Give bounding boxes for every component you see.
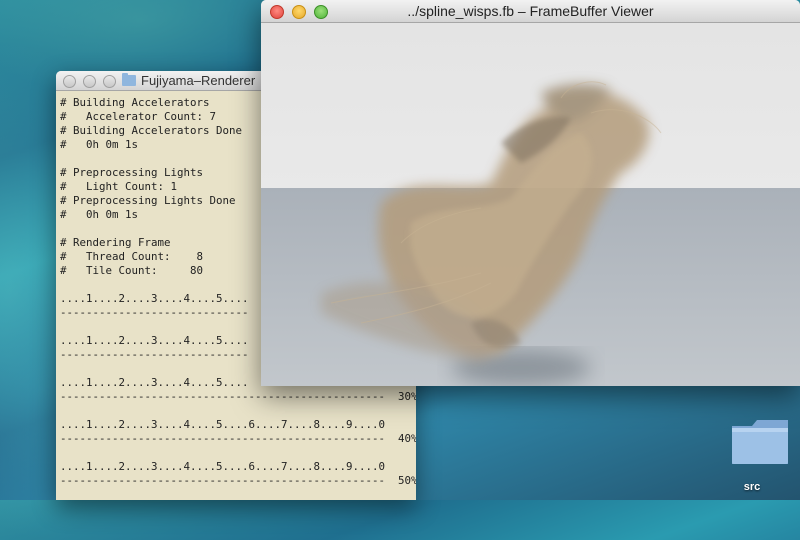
window-controls <box>63 75 116 88</box>
terminal-line: ....1....2....3....4....5....6....7....8… <box>60 418 386 431</box>
folder-icon[interactable] <box>730 416 790 468</box>
close-button[interactable] <box>63 75 76 88</box>
viewer-titlebar[interactable]: ../spline_wisps.fb – FrameBuffer Viewer <box>261 0 800 23</box>
terminal-line: ----------------------------------------… <box>60 432 416 445</box>
terminal-line: ----------------------------------------… <box>60 390 416 403</box>
rendered-image <box>261 23 800 386</box>
minimize-button[interactable] <box>83 75 96 88</box>
desktop-folder-label[interactable]: src <box>730 481 774 493</box>
terminal-title: Fujiyama–Renderer <box>122 73 255 88</box>
terminal-title-text: Fujiyama–Renderer <box>141 73 256 88</box>
folder-icon <box>122 73 136 86</box>
smoke-render <box>261 23 800 386</box>
maximize-button[interactable] <box>103 75 116 88</box>
framebuffer-viewer-window[interactable]: ../spline_wisps.fb – FrameBuffer Viewer <box>261 0 800 386</box>
terminal-line: ----------------------------------------… <box>60 474 416 487</box>
viewer-title: ../spline_wisps.fb – FrameBuffer Viewer <box>407 3 654 19</box>
terminal-line: ....1....2....3....4....5....6....7....8… <box>60 460 386 473</box>
